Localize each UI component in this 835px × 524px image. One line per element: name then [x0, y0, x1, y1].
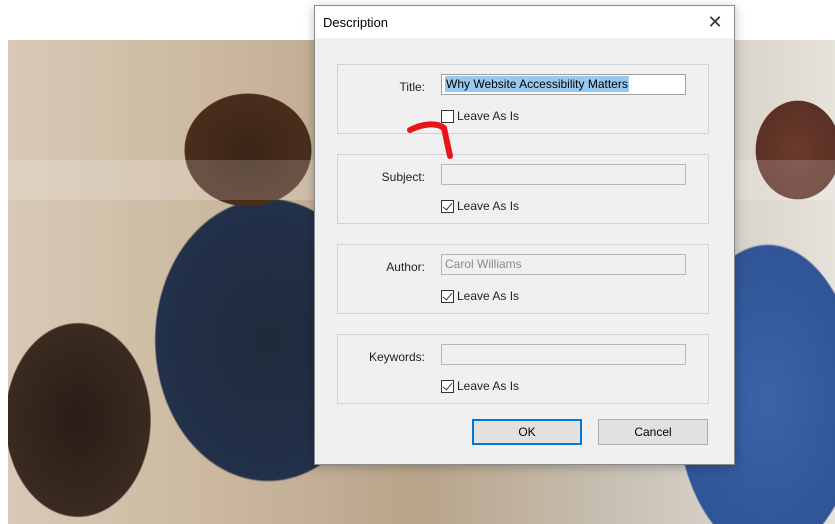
checkbox-checked-icon	[441, 199, 454, 213]
keywords-group: Keywords: Leave As Is	[337, 334, 709, 404]
author-leave-as-is-label: Leave As Is	[457, 289, 520, 303]
author-label: Author:	[386, 260, 425, 274]
title-field[interactable]: Why Website Accessibility Matters	[441, 74, 686, 95]
close-icon[interactable]: ✕	[702, 9, 728, 35]
keywords-label: Keywords:	[368, 350, 425, 364]
title-label: Title:	[399, 80, 425, 94]
red-arrow-icon	[407, 121, 453, 159]
dialog-title: Description	[323, 15, 389, 30]
description-dialog: Description ✕ Title: Why Website Accessi…	[314, 5, 735, 465]
subject-field[interactable]	[441, 164, 686, 185]
subject-leave-as-is-checkbox[interactable]: Leave As Is	[441, 198, 519, 214]
keywords-leave-as-is-checkbox[interactable]: Leave As Is	[441, 378, 519, 394]
ok-button[interactable]: OK	[472, 419, 582, 445]
title-leave-as-is-label: Leave As Is	[457, 109, 520, 123]
title-value: Why Website Accessibility Matters	[445, 76, 629, 92]
subject-label: Subject:	[381, 170, 425, 184]
dialog-titlebar: Description ✕	[315, 6, 734, 38]
cancel-button[interactable]: Cancel	[598, 419, 708, 445]
checkbox-checked-icon	[441, 289, 454, 303]
checkbox-checked-icon	[441, 379, 454, 393]
subject-leave-as-is-label: Leave As Is	[457, 199, 520, 213]
author-leave-as-is-checkbox[interactable]: Leave As Is	[441, 288, 519, 304]
title-group: Title: Why Website Accessibility Matters…	[337, 64, 709, 134]
keywords-field[interactable]	[441, 344, 686, 365]
author-group: Author: Carol Williams Leave As Is	[337, 244, 709, 314]
subject-group: Subject: Leave As Is	[337, 154, 709, 224]
author-field[interactable]: Carol Williams	[441, 254, 686, 275]
keywords-leave-as-is-label: Leave As Is	[457, 379, 520, 393]
